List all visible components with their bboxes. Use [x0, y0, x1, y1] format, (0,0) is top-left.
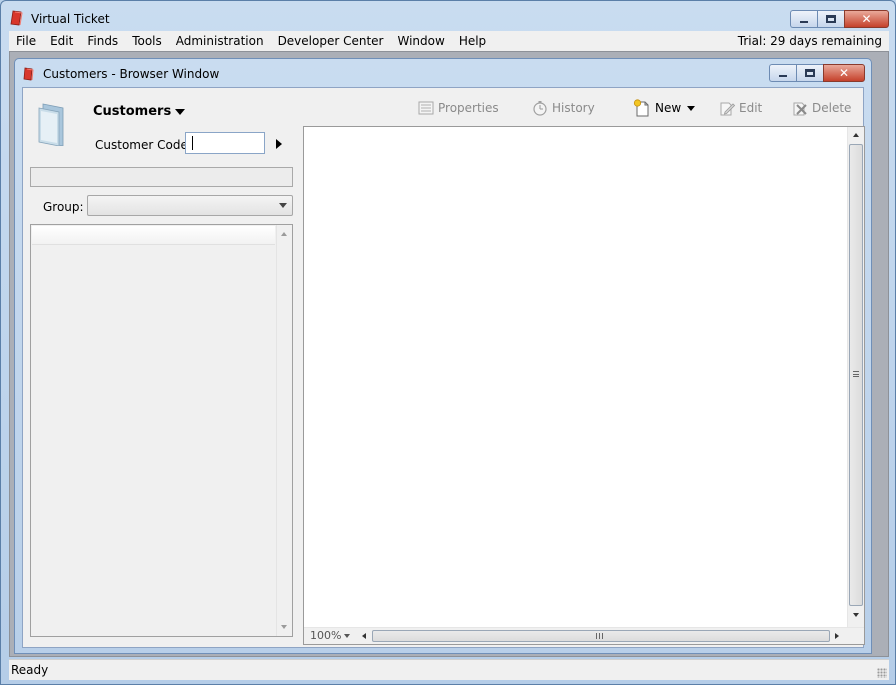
vertical-scroll-thumb[interactable]: [849, 144, 863, 606]
customer-code-input[interactable]: [185, 132, 265, 154]
list-header-row: [32, 226, 275, 245]
scroll-down-icon[interactable]: [281, 625, 287, 629]
maximize-icon: [805, 69, 815, 77]
browser-client-area: Customers Customer Code Group: Propertie…: [22, 87, 865, 648]
ticket-icon: [10, 10, 23, 26]
menu-window[interactable]: Window: [390, 31, 451, 51]
scroll-left-icon[interactable]: [362, 633, 366, 639]
new-label: New: [655, 101, 682, 115]
history-button[interactable]: History: [532, 96, 595, 120]
grip-icon: [596, 633, 603, 639]
delete-label: Delete: [812, 101, 852, 115]
maximize-icon: [826, 15, 836, 23]
new-doc-icon: [633, 99, 649, 117]
grip-icon: [853, 371, 859, 377]
chevron-down-icon: [279, 203, 287, 208]
child-close-button[interactable]: ✕: [823, 64, 865, 82]
menu-tools[interactable]: Tools: [125, 31, 169, 51]
ticket-icon: [23, 67, 34, 81]
app-window-controls: ✕: [790, 10, 889, 28]
properties-button[interactable]: Properties: [418, 96, 499, 120]
child-window-title: Customers - Browser Window: [43, 67, 220, 81]
child-maximize-button[interactable]: [796, 64, 823, 82]
mdi-workspace: Customers - Browser Window ✕ Customers C…: [9, 51, 889, 657]
close-icon: ✕: [861, 12, 872, 26]
menu-finds[interactable]: Finds: [80, 31, 125, 51]
info-bar: [30, 167, 293, 187]
menu-file[interactable]: File: [9, 31, 43, 51]
zoom-value: 100%: [310, 629, 342, 642]
properties-label: Properties: [438, 101, 499, 115]
menu-edit[interactable]: Edit: [43, 31, 80, 51]
customers-dropdown[interactable]: Customers: [93, 104, 186, 119]
browser-pane[interactable]: 100%: [303, 126, 865, 645]
menu-bar: File Edit Finds Tools Administration Dev…: [9, 31, 889, 51]
new-button[interactable]: New: [633, 96, 696, 120]
browser-horizontal-bar: 100%: [304, 627, 864, 644]
close-button[interactable]: ✕: [844, 10, 889, 28]
browser-toolbar: Properties History New Edit Delete: [418, 96, 858, 120]
trial-status: Trial: 29 days remaining: [737, 34, 882, 48]
chevron-down-icon: [687, 105, 696, 111]
zoom-dropdown[interactable]: 100%: [310, 629, 351, 642]
status-text: Ready: [11, 663, 49, 677]
scroll-right-icon[interactable]: [835, 633, 839, 639]
maximize-button[interactable]: [817, 10, 844, 28]
delete-button[interactable]: Delete: [792, 96, 851, 120]
group-label: Group:: [43, 200, 84, 214]
horizontal-scroll-thumb[interactable]: [372, 630, 830, 642]
status-bar: Ready: [9, 659, 889, 680]
customers-heading: Customers: [93, 104, 172, 119]
history-label: History: [552, 101, 595, 115]
app-title: Virtual Ticket: [31, 12, 110, 26]
group-select[interactable]: [87, 195, 293, 216]
customer-code-label: Customer Code: [95, 138, 188, 152]
chevron-down-icon: [344, 634, 351, 638]
minimize-icon: [800, 21, 808, 23]
go-arrow-icon[interactable]: [276, 139, 282, 149]
child-minimize-button[interactable]: [769, 64, 796, 82]
app-title-bar[interactable]: Virtual Ticket ✕: [1, 1, 895, 31]
delete-icon: [793, 102, 807, 116]
scroll-down-icon[interactable]: [853, 613, 859, 617]
close-icon: ✕: [838, 66, 850, 80]
child-window-controls: ✕: [769, 64, 865, 82]
folder-icon: [38, 103, 64, 146]
text-cursor: [192, 136, 193, 150]
minimize-icon: [779, 75, 787, 77]
menu-administration[interactable]: Administration: [169, 31, 271, 51]
edit-label: Edit: [739, 101, 763, 115]
edit-pencil-icon: [720, 102, 735, 116]
customers-browser-window: Customers - Browser Window ✕ Customers C…: [14, 58, 872, 654]
menu-help[interactable]: Help: [452, 31, 493, 51]
chevron-down-icon: [175, 108, 186, 115]
menu-developer-center[interactable]: Developer Center: [271, 31, 391, 51]
minimize-button[interactable]: [790, 10, 817, 28]
app-window: Virtual Ticket ✕ File Edit Finds Tools A…: [0, 0, 896, 685]
list-vertical-scrollbar[interactable]: [276, 225, 292, 636]
properties-icon: [418, 101, 434, 115]
scroll-up-icon[interactable]: [853, 133, 859, 137]
customer-list[interactable]: [30, 224, 293, 637]
stopwatch-icon: [533, 101, 547, 116]
scroll-up-icon[interactable]: [281, 232, 287, 236]
browser-vertical-scrollbar[interactable]: [847, 127, 864, 627]
resize-grip-icon[interactable]: [877, 668, 887, 678]
edit-button[interactable]: Edit: [719, 96, 762, 120]
